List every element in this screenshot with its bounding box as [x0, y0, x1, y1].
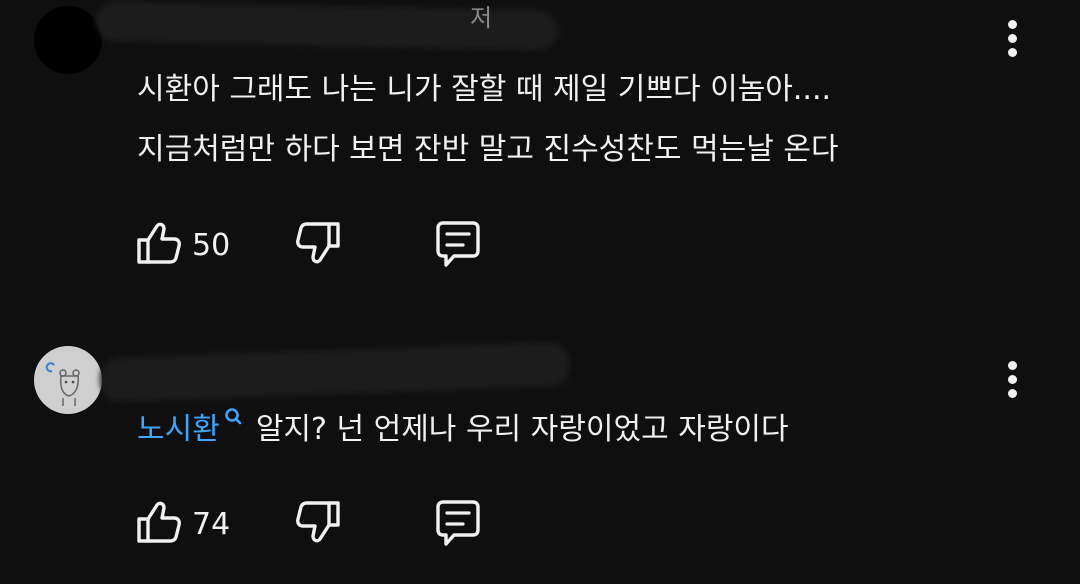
comment-body: 알지? 넌 언제나 우리 자랑이었고 자랑이다 [255, 412, 789, 447]
more-vertical-icon [1008, 20, 1017, 29]
thumbs-up-icon [137, 501, 181, 543]
thumbs-down-icon [296, 222, 340, 264]
more-options-button[interactable] [994, 357, 1032, 401]
avatar[interactable] [34, 346, 102, 414]
reply-button[interactable] [432, 216, 484, 272]
dislike-button[interactable] [292, 216, 344, 272]
comment-text: 노시환 알지? 넌 언제나 우리 자랑이었고 자랑이다 [137, 400, 789, 460]
mention-link[interactable]: 노시환 [137, 412, 220, 447]
more-vertical-icon [1008, 361, 1017, 370]
avatar[interactable] [34, 6, 102, 74]
comment-icon [436, 500, 480, 546]
like-count: 50 [192, 228, 231, 263]
comment-thread-item: 저 시환아 그래도 나는 니가 잘할 때 제일 기쁘다 이놈아.... 지금처럼… [0, 0, 1080, 292]
comment-icon [436, 221, 480, 267]
like-button[interactable] [134, 216, 186, 272]
thumbs-up-icon [137, 222, 181, 264]
like-button[interactable] [134, 495, 186, 551]
reply-button[interactable] [432, 495, 484, 551]
like-count: 74 [192, 507, 231, 542]
thumbs-down-icon [296, 501, 340, 543]
partial-author-text: 저 [470, 4, 493, 32]
bear-avatar-icon [45, 362, 80, 406]
comment-text: 시환아 그래도 나는 니가 잘할 때 제일 기쁘다 이놈아.... 지금처럼만 … [137, 60, 839, 180]
more-options-button[interactable] [994, 16, 1032, 60]
comment-thread-item: 노시환 알지? 넌 언제나 우리 자랑이었고 자랑이다 74 [0, 292, 1080, 584]
dislike-button[interactable] [292, 495, 344, 551]
search-icon [225, 408, 242, 425]
comment-text-line: 지금처럼만 하다 보면 잔반 말고 진수성찬도 먹는날 온다 [137, 132, 839, 167]
redacted-author-name [99, 341, 571, 403]
comment-text-line: 시환아 그래도 나는 니가 잘할 때 제일 기쁘다 이놈아.... [137, 72, 832, 107]
